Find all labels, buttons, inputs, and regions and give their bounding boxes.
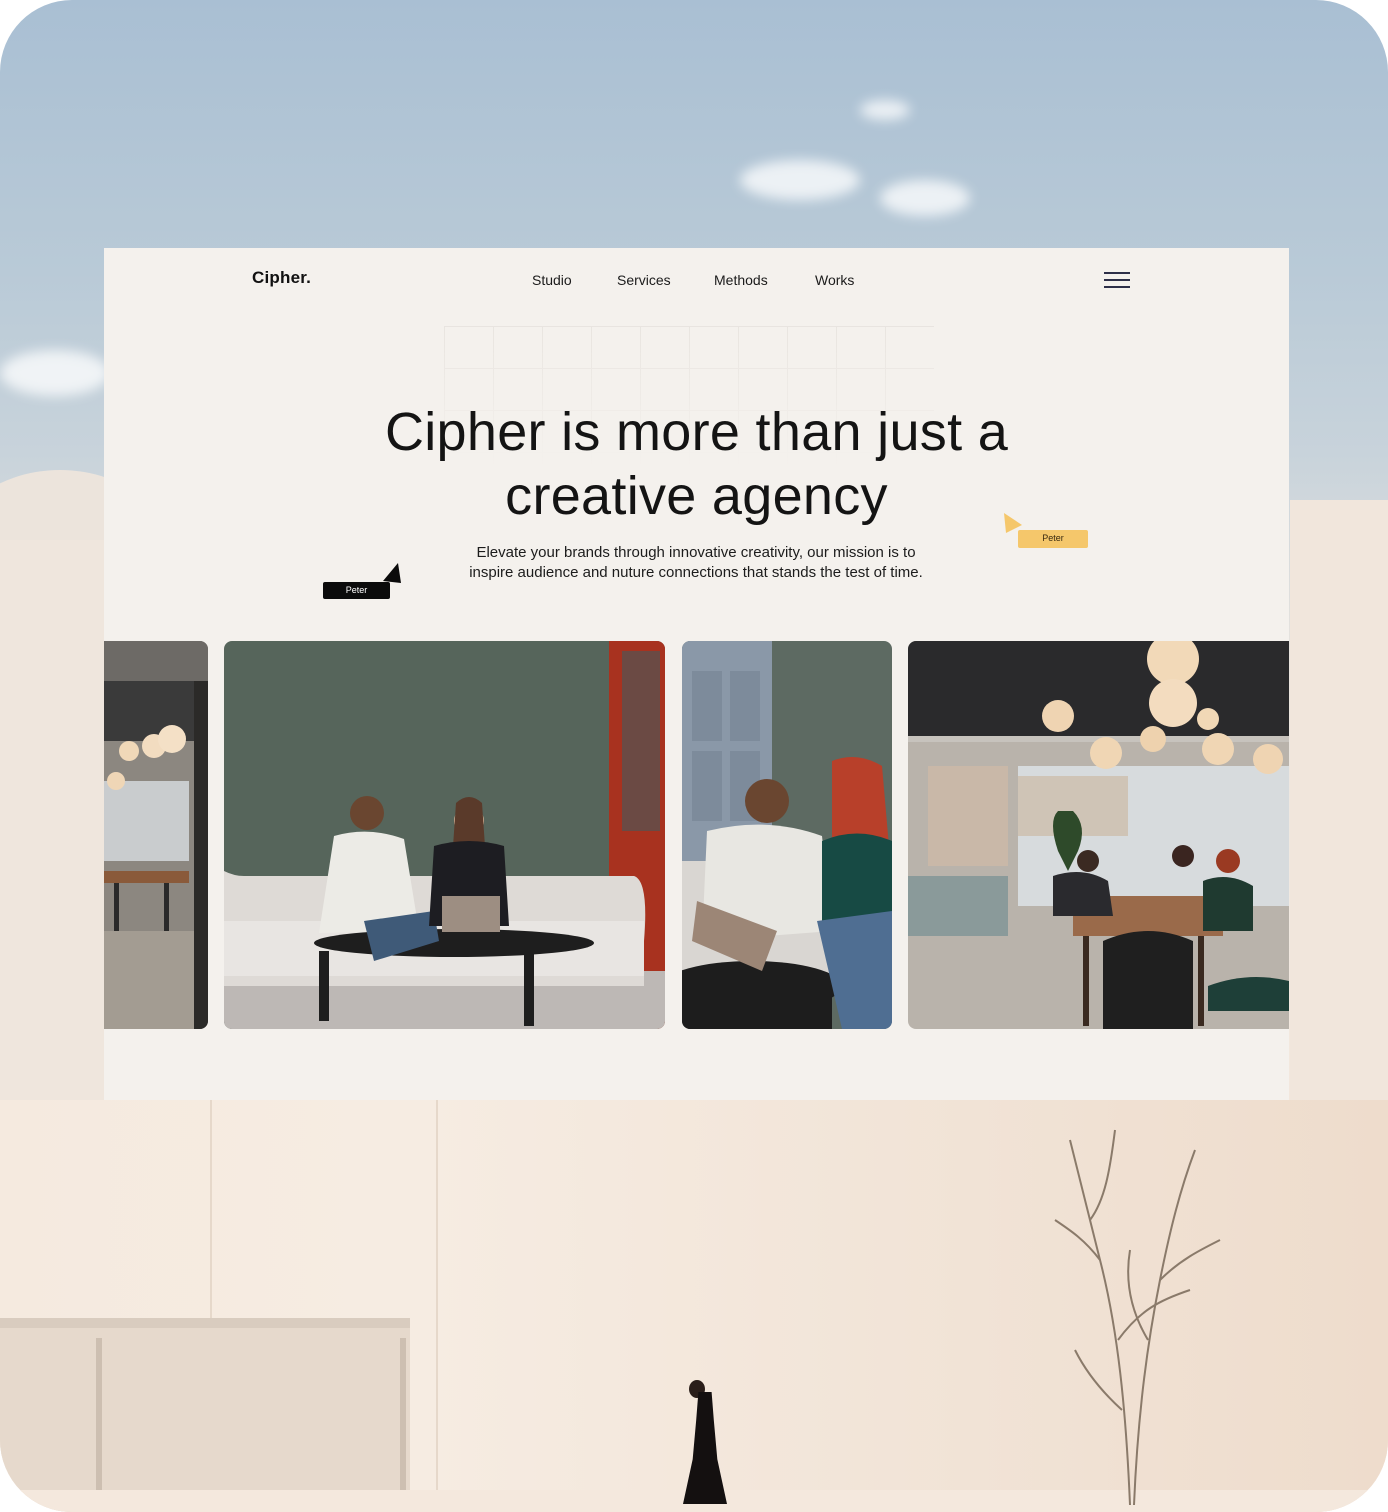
collaborator-cursor-label: Peter [1018,530,1088,548]
bench-leg [400,1338,406,1508]
stone-bench [0,1318,410,1512]
bench-leg [96,1338,102,1508]
hamburger-menu-icon[interactable] [1104,272,1130,290]
cloud [860,100,910,120]
cloud [0,350,110,396]
subtext-line-2: inspire audience and nuture connections … [469,564,923,581]
team-photo [908,641,1289,1029]
hero-headline: Cipher is more than just a creative agen… [104,400,1289,528]
headline-line-1: Cipher is more than just a [384,402,1009,462]
gallery-photo[interactable] [682,641,892,1029]
cloud [880,180,970,216]
nav-item-methods[interactable]: Methods [714,272,768,288]
nav-item-studio[interactable]: Studio [532,272,572,288]
nav-item-services[interactable]: Services [617,272,671,288]
subtext-line-1: Elevate your brands through innovative c… [476,544,916,561]
office-photo [104,641,208,1029]
cursor-arrow-icon [383,563,401,583]
collaboration-photo [682,641,892,1029]
nav-item-works[interactable]: Works [815,272,854,288]
cloud [740,160,860,200]
collaborator-cursor-label: Peter [323,582,390,599]
gallery-photo[interactable] [224,641,665,1029]
hero-subtext: Elevate your brands through innovative c… [396,543,996,583]
headline-line-2: creative agency [505,466,888,526]
meeting-photo [224,641,665,1029]
wall-seam [436,1100,438,1512]
gallery-photo[interactable] [104,641,208,1029]
gallery-photo[interactable] [908,641,1289,1029]
bare-tree [1054,1129,1221,1506]
website-preview-card: Cipher. Studio Services Methods Works Ci… [104,248,1289,1100]
